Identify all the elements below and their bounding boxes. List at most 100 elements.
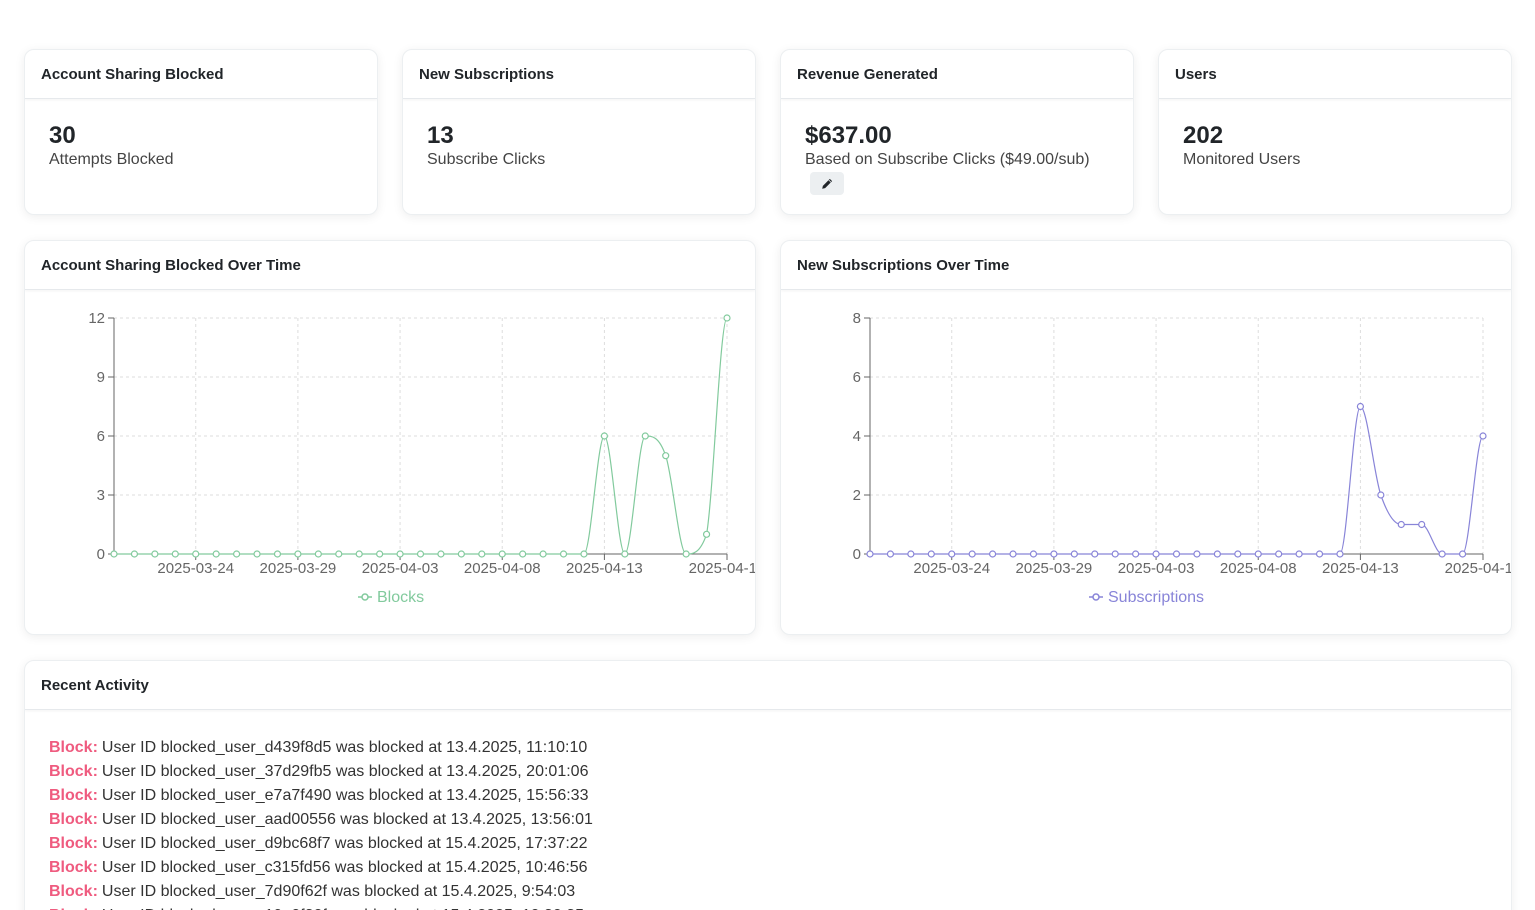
activity-message: User ID blocked_user_d9bc68f7 was blocke… (101, 835, 588, 852)
chart-title: New Subscriptions Over Time (781, 241, 1511, 290)
data-point (478, 550, 486, 558)
x-tick-label: 2025-04-08 (464, 560, 541, 577)
data-point (1172, 550, 1181, 558)
data-point (1193, 550, 1201, 558)
y-tick-label: 12 (88, 310, 105, 327)
activity-type-label: Block: (49, 883, 98, 900)
data-point (1315, 550, 1324, 558)
stat-card-account-sharing: Account Sharing Blocked 30 Attempts Bloc… (24, 49, 378, 215)
data-point (886, 550, 895, 558)
stat-value: 202 (1183, 122, 1224, 149)
blocks-line-chart: 0 3 6 9 12 2025-03-24 2025-03-29 2025-04-03 2025… (88, 310, 756, 606)
edit-price-button[interactable] (810, 172, 844, 195)
y-tick-label: 0 (97, 546, 105, 563)
data-point (1234, 550, 1242, 558)
activity-type-label: Block: (49, 835, 98, 852)
subscriptions-line-chart: 0 2 4 6 8 2025-03-24 2025-03-29 2025-04-03 2025-… (853, 310, 1512, 606)
data-point (1336, 550, 1344, 558)
data-point (1029, 550, 1038, 558)
data-point (702, 530, 711, 538)
chart-card-subscriptions: New Subscriptions Over Time 0 2 4 6 8 2025-03… (780, 240, 1512, 635)
data-point (233, 550, 241, 558)
data-point (335, 550, 343, 558)
legend-marker (1092, 593, 1100, 601)
activity-type-label: Block: (49, 811, 98, 828)
data-point (1479, 432, 1487, 440)
y-tick-label: 3 (97, 487, 105, 504)
data-point (519, 550, 527, 558)
data-point (1377, 491, 1385, 499)
data-point (600, 432, 609, 440)
y-tick-label: 2 (853, 487, 861, 504)
list-item: Block: User ID blocked_user_37d29fb5 was … (49, 760, 1487, 784)
data-point (1254, 550, 1262, 558)
data-point (621, 550, 629, 558)
stat-label: Attempts Blocked (49, 151, 174, 168)
stat-label: Based on Subscribe Clicks ($49.00/sub) (805, 151, 1090, 168)
list-item: Block: User ID blocked_user_e7a7f490 was … (49, 784, 1487, 808)
data-point (1152, 550, 1160, 558)
recent-activity-card: Recent Activity Block: User ID blocked_us… (24, 660, 1512, 910)
data-point (110, 550, 118, 558)
data-point (1111, 550, 1119, 558)
data-point (1356, 402, 1365, 411)
list-item: Block: User ID blocked_user_d9bc68f7 was … (49, 832, 1487, 856)
y-tick-label: 0 (853, 546, 861, 563)
activity-type-label: Block: (49, 763, 98, 780)
data-point (1295, 550, 1303, 558)
x-tick-label: 2025-04-19 (1445, 560, 1512, 577)
data-point (273, 550, 282, 558)
data-point (355, 550, 363, 558)
stat-value: $637.00 (805, 122, 892, 149)
activity-message: User ID blocked_user_7d90f62f was blocke… (101, 883, 576, 900)
stat-value: 30 (49, 122, 76, 149)
activity-message: User ID blocked_user_d439f8d5 was blocke… (101, 739, 588, 756)
data-point (927, 550, 935, 558)
data-point (130, 550, 139, 558)
list-item: Block: User ID blocked_user_d439f8d5 was … (49, 736, 1487, 760)
data-point (314, 550, 322, 558)
activity-message: User ID blocked_user_37d29fb5 was blocke… (101, 763, 589, 780)
x-tick-label: 2025-04-03 (362, 560, 439, 577)
stat-card-new-subscriptions: New Subscriptions 13 Subscribe Clicks (402, 49, 756, 215)
recent-activity-title: Recent Activity (25, 661, 1511, 710)
activity-message: User ID blocked_user_aad00556 was blocke… (101, 811, 593, 828)
activity-list: Block: User ID blocked_user_d439f8d5 was … (25, 710, 1511, 910)
y-tick-label: 6 (97, 428, 105, 445)
data-point (866, 550, 874, 558)
y-tick-label: 9 (97, 369, 105, 386)
legend-label: Subscriptions (1108, 589, 1204, 606)
data-point (1458, 550, 1467, 558)
activity-type-label: Block: (49, 787, 98, 804)
data-point (1009, 550, 1017, 558)
data-point (1438, 550, 1446, 558)
data-point (907, 550, 915, 558)
data-point (1275, 550, 1283, 558)
stat-card-title: Users (1159, 50, 1511, 99)
data-point (989, 550, 997, 558)
x-tick-label: 2025-03-24 (157, 560, 234, 577)
data-point (151, 550, 159, 558)
stat-card-users: Users 202 Monitored Users (1158, 49, 1512, 215)
data-point (559, 550, 568, 558)
stat-label: Monitored Users (1183, 151, 1301, 168)
stat-value: 13 (427, 122, 454, 149)
x-tick-label: 2025-04-13 (1322, 560, 1399, 577)
stat-card-revenue: Revenue Generated $637.00 Based on Subsc… (780, 49, 1134, 215)
pencil-icon (822, 178, 833, 189)
legend-label: Blocks (377, 589, 424, 606)
data-point (498, 550, 506, 558)
data-point (723, 314, 731, 322)
x-tick-label: 2025-03-29 (260, 560, 337, 577)
data-point (1213, 550, 1221, 558)
data-point (294, 550, 302, 558)
list-item: Block: User ID blocked_user_7d90f62f was … (49, 880, 1487, 904)
data-point (1397, 520, 1405, 529)
data-point (171, 550, 179, 558)
activity-message: User ID blocked_user_c315fd56 was blocke… (101, 859, 588, 876)
x-tick-label: 2025-04-13 (566, 560, 643, 577)
x-tick-label: 2025-04-19 (689, 560, 756, 577)
y-tick-label: 8 (853, 310, 861, 327)
x-tick-label: 2025-04-08 (1220, 560, 1297, 577)
data-point (1050, 550, 1058, 558)
